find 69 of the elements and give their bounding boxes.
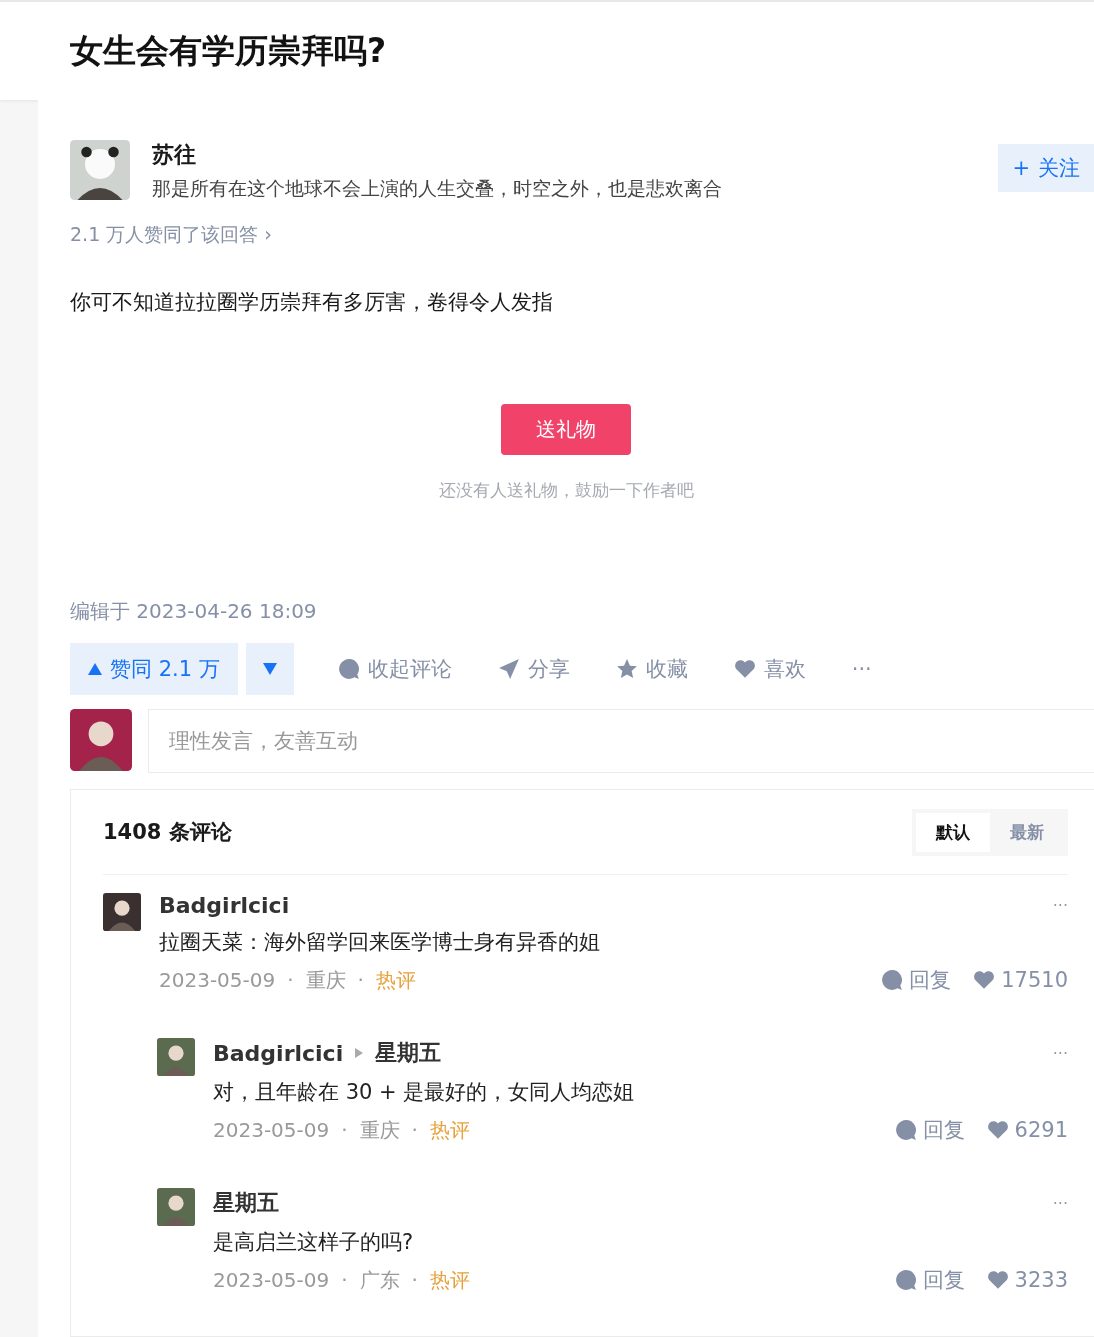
reply-button[interactable]: 回复 [894, 1266, 965, 1294]
upvote-button[interactable]: 赞同 2.1 万 [70, 643, 238, 695]
paper-plane-icon [497, 658, 520, 680]
like-button[interactable]: 6291 [986, 1118, 1068, 1142]
comment-icon [337, 658, 360, 680]
comment-date: 2023-05-09 [159, 968, 276, 992]
comment-button[interactable]: 收起评论 [331, 654, 458, 684]
more-button[interactable]: ··· [1052, 1043, 1068, 1063]
avatar [70, 709, 132, 771]
more-button[interactable]: ··· [1052, 896, 1068, 915]
comment-location: 广东 [359, 1266, 400, 1294]
comment-location: 重庆 [359, 1116, 400, 1144]
hot-tag: 热评 [429, 1266, 470, 1294]
commenter-name[interactable]: 星期五 [213, 1188, 279, 1218]
star-icon [615, 658, 638, 680]
share-button[interactable]: 分享 [491, 654, 576, 684]
avatar [70, 140, 130, 200]
triangle-up-icon [88, 663, 102, 675]
reply-button[interactable]: 回复 [881, 966, 952, 994]
hot-tag: 热评 [429, 1116, 470, 1144]
upvote-summary-link[interactable]: 2.1 万人赞同了该回答 › [70, 222, 1094, 248]
avatar [103, 893, 141, 931]
question-title: 女生会有学历崇拜吗? [70, 29, 387, 72]
heart-icon [733, 658, 756, 680]
separator-dot: · [341, 1118, 348, 1142]
comment-date: 2023-05-09 [213, 1268, 330, 1292]
comment-icon [894, 1119, 917, 1141]
author-name[interactable]: 苏往 [152, 140, 977, 170]
answer-text: 你可不知道拉拉圈学历崇拜有多厉害，卷得令人发指 [70, 289, 554, 316]
separator-dot: · [287, 968, 294, 992]
heart-icon [986, 1269, 1009, 1291]
more-button[interactable]: ··· [1052, 1193, 1068, 1213]
comment-text: 是高启兰这样子的吗? [213, 1229, 415, 1256]
star-button[interactable]: 收藏 [609, 654, 694, 684]
heart-icon [986, 1119, 1009, 1141]
gift-hint: 还没有人送礼物，鼓励一下作者吧 [438, 479, 694, 502]
separator-dot: · [411, 1268, 418, 1292]
gift-button[interactable]: 送礼物 [501, 404, 631, 455]
sort-tab[interactable]: 最新 [990, 812, 1064, 852]
like-button[interactable]: 3233 [986, 1268, 1068, 1292]
sort-tab[interactable]: 默认 [916, 812, 990, 852]
comment-date: 2023-05-09 [213, 1118, 330, 1142]
commenter-name[interactable]: Badgirlcici [159, 893, 290, 918]
comment-text: 对，且年龄在 30 + 是最好的，女同人均恋姐 [213, 1079, 636, 1106]
like-button[interactable]: 17510 [973, 968, 1068, 992]
separator-dot: · [411, 1118, 418, 1142]
comment-icon [881, 969, 904, 991]
heart-button[interactable]: 喜欢 [727, 654, 812, 684]
comment-input[interactable]: 理性发言，友善互动 [148, 709, 1094, 773]
comment-icon [894, 1269, 917, 1291]
separator-dot: · [357, 968, 364, 992]
comment-text: 拉圈天菜：海外留学回来医学博士身有异香的姐 [159, 929, 601, 956]
commenter-name[interactable]: Badgirlcici [213, 1040, 344, 1066]
reply-button[interactable]: 回复 [894, 1116, 965, 1144]
avatar [157, 1188, 195, 1226]
hot-tag: 热评 [375, 966, 416, 994]
edit-time: 编辑于 2023-04-26 18:09 [70, 598, 318, 625]
follow-button[interactable]: + 关注 [998, 144, 1094, 192]
more-button[interactable]: ··· [845, 656, 878, 682]
comment-count: 1408 条评论 [103, 819, 232, 846]
author-bio: 那是所有在这个地球不会上演的人生交叠，时空之外，也是悲欢离合 [152, 176, 723, 201]
heart-icon [973, 969, 996, 991]
downvote-button[interactable] [245, 643, 294, 695]
separator-dot: · [341, 1268, 348, 1292]
avatar [157, 1038, 195, 1076]
triangle-down-icon [262, 663, 277, 675]
caret-icon [355, 1048, 364, 1058]
reply-target-name[interactable]: 星期五 [375, 1038, 442, 1068]
comment-location: 重庆 [305, 966, 346, 994]
